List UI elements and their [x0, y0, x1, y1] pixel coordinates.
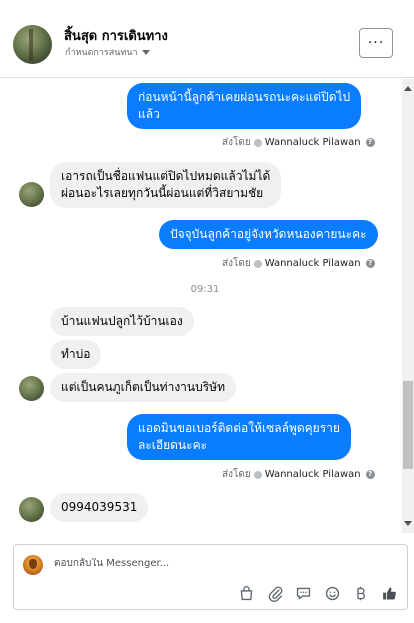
- contact-avatar-small[interactable]: [19, 376, 44, 401]
- info-icon[interactable]: ?: [365, 138, 375, 147]
- outgoing-message[interactable]: แอดมินขอเบอร์ติดต่อให้เซลล์พูดคุยราย ละเ…: [127, 414, 351, 460]
- contact-avatar-small[interactable]: [19, 182, 44, 207]
- scrollbar-thumb[interactable]: [403, 381, 413, 469]
- incoming-message[interactable]: ทำบ่อ: [50, 340, 102, 369]
- message-line: 0994039531: [61, 500, 138, 514]
- sent-check-icon: [253, 259, 262, 268]
- scroll-up-arrow-icon[interactable]: [404, 86, 412, 91]
- contact-avatar-small[interactable]: [19, 497, 44, 522]
- incoming-message[interactable]: บ้านแฟนปลูกไว้บ้านเอง: [50, 307, 194, 336]
- emoji-icon[interactable]: [323, 584, 341, 602]
- info-icon[interactable]: ?: [365, 470, 375, 479]
- sent-by-label: ส่งโดย Wannaluck Pilawan ?: [222, 256, 375, 271]
- message-line: ทำบ่อ: [61, 347, 91, 361]
- sent-by-label: ส่งโดย Wannaluck Pilawan ?: [222, 135, 375, 150]
- conversation-status-label: กำหนดการสนทนา: [65, 48, 138, 58]
- sent-by-prefix: ส่งโดย: [222, 469, 251, 480]
- message-thread[interactable]: ก่อนหน้านี้ลูกค้าเคยผ่อนรถนะคะแต่ปิดไป แ…: [0, 79, 414, 533]
- reply-input[interactable]: [54, 558, 394, 569]
- contact-name[interactable]: สิ้นสุด การเดินทาง: [64, 25, 168, 46]
- sent-check-icon: [253, 138, 262, 147]
- message-composer: [13, 544, 408, 610]
- message-line: ปัจจุบันลูกค้าอยู่จังหวัดหนองคายนะคะ: [170, 227, 367, 241]
- message-line: เอารถเป็นชื่อแฟนแต่ปิดไปหมดแล้วไม่ได้: [61, 169, 271, 183]
- message-line: บ้านแฟนปลูกไว้บ้านเอง: [61, 314, 183, 328]
- outgoing-message[interactable]: ก่อนหน้านี้ลูกค้าเคยผ่อนรถนะคะแต่ปิดไป แ…: [127, 83, 362, 129]
- message-line: ผ่อนอะไรเลยทุกวันนี้ผ่อนแต่ที่วิสยามชัย: [61, 186, 264, 200]
- incoming-message[interactable]: เอารถเป็นชื่อแฟนแต่ปิดไปหมดแล้วไม่ได้ ผ่…: [50, 162, 282, 208]
- page-avatar: [23, 555, 43, 575]
- message-timestamp: 09:31: [190, 284, 220, 295]
- thumbs-up-icon[interactable]: [380, 584, 398, 602]
- sent-by-prefix: ส่งโดย: [222, 137, 251, 148]
- scroll-down-arrow-icon[interactable]: [404, 521, 412, 526]
- sender-name: Wannaluck Pilawan: [264, 469, 361, 480]
- baht-icon[interactable]: [351, 584, 369, 602]
- conversation-status-dropdown[interactable]: กำหนดการสนทนา: [65, 45, 150, 59]
- sent-by-prefix: ส่งโดย: [222, 258, 251, 269]
- info-icon[interactable]: ?: [365, 259, 375, 268]
- sent-by-label: ส่งโดย Wannaluck Pilawan ?: [222, 467, 375, 482]
- chat-bubble-icon[interactable]: [294, 584, 312, 602]
- more-options-button[interactable]: ···: [359, 28, 393, 58]
- incoming-message[interactable]: แต่เป็นคนภูเก็ตเป็นท่างานบริษัท: [50, 373, 237, 402]
- sender-name: Wannaluck Pilawan: [264, 258, 361, 269]
- conversation-header: สิ้นสุด การเดินทาง กำหนดการสนทนา ···: [0, 0, 414, 78]
- caret-down-icon: [141, 49, 150, 55]
- paperclip-icon[interactable]: [266, 584, 284, 602]
- message-line: ก่อนหน้านี้ลูกค้าเคยผ่อนรถนะคะแต่ปิดไป: [138, 90, 351, 104]
- message-line: แต่เป็นคนภูเก็ตเป็นท่างานบริษัท: [61, 380, 226, 394]
- incoming-message[interactable]: 0994039531: [50, 493, 149, 522]
- contact-avatar[interactable]: [13, 25, 52, 64]
- message-line: ละเอียดนะคะ: [138, 438, 208, 452]
- message-line: แอดมินขอเบอร์ติดต่อให้เซลล์พูดคุยราย: [138, 421, 340, 435]
- outgoing-message[interactable]: ปัจจุบันลูกค้าอยู่จังหวัดหนองคายนะคะ: [159, 220, 378, 249]
- sender-name: Wannaluck Pilawan: [264, 137, 361, 148]
- sent-check-icon: [253, 470, 262, 479]
- shopping-bag-icon[interactable]: [237, 584, 255, 602]
- message-line: แล้ว: [138, 107, 160, 121]
